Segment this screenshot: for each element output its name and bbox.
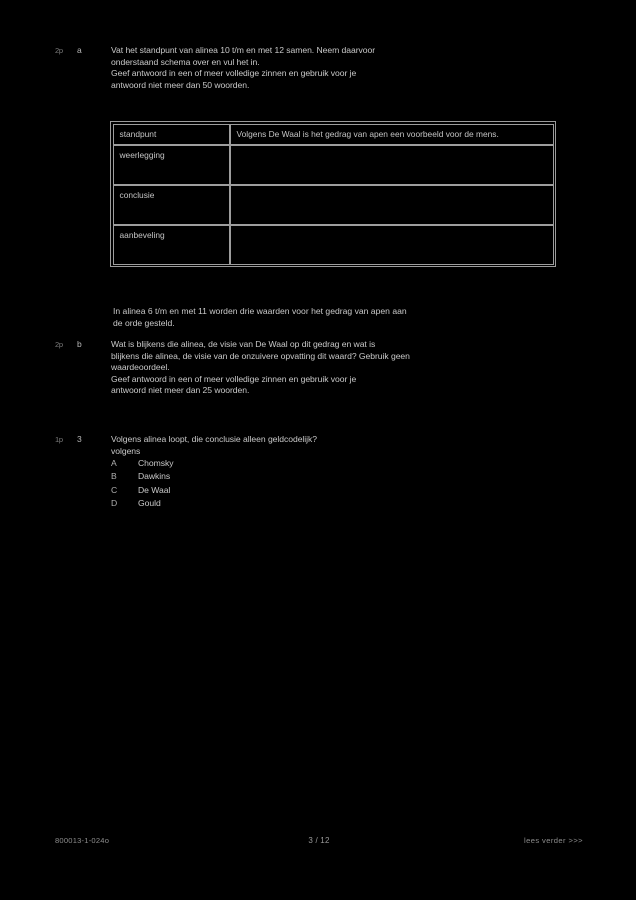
question-2a-line-3: Geef antwoord in een of meer volledige z… (111, 68, 357, 79)
table-row: weerlegging (112, 144, 554, 185)
question-2b-line-5: antwoord niet meer dan 25 woorden. (111, 385, 250, 396)
question-2b-line-4: Geef antwoord in een of meer volledige z… (111, 373, 357, 384)
question-2b-line-2: blijkens die alinea, de visie van de onz… (111, 350, 410, 361)
table-row-value[interactable] (229, 184, 554, 225)
mc-option-d[interactable]: D Gould (111, 497, 580, 510)
question-2b-block: 2p b Wat is blijkens die alinea, de visi… (55, 339, 580, 397)
question-2b-letter: b (77, 339, 82, 349)
footer-continue-note: lees verder >>> (524, 836, 583, 845)
table-row-value[interactable] (229, 144, 554, 185)
question-3-letter: 3 (77, 434, 82, 444)
question-2a-line-2: onderstaand schema over en vul het in. (111, 56, 260, 67)
table-row: standpunt Volgens De Waal is het gedrag … (112, 123, 554, 145)
mc-option-label: Chomsky (138, 458, 174, 469)
table-row-value[interactable]: Volgens De Waal is het gedrag van apen e… (229, 123, 554, 145)
page-footer: 800013-1-024o 3 / 12 lees verder >>> (55, 836, 583, 845)
question-2a-line-1: Vat het standpunt van alinea 10 t/m en m… (111, 45, 376, 55)
table-row: aanbeveling (112, 224, 554, 265)
mc-option-key: D (111, 497, 118, 508)
table-row: conclusie (112, 184, 554, 225)
question-2b-line-1: Wat is blijkens die alinea, de visie van… (111, 339, 376, 349)
question-3-block: 1p 3 Volgens alinea loopt, die conclusie… (55, 434, 580, 510)
question-2b-text: Wat is blijkens die alinea, de visie van… (111, 339, 580, 397)
question-2a-text: Vat het standpunt van alinea 10 t/m en m… (111, 45, 575, 91)
question-3-text: Volgens alinea loopt, die conclusie alle… (111, 434, 580, 510)
footer-page-number: 3 / 12 (308, 836, 330, 845)
question-3-score: 1p (55, 435, 63, 444)
interstitial-paragraph: In alinea 6 t/m en met 11 worden drie wa… (113, 306, 583, 329)
answer-schema-table: standpunt Volgens De Waal is het gedrag … (110, 121, 556, 268)
multiple-choice-list: A Chomsky B Dawkins C De Waal D Gould (111, 457, 580, 510)
table-row-label: aanbeveling (112, 224, 230, 265)
table-row-label: conclusie (112, 184, 230, 225)
table-row-label: weerlegging (112, 144, 230, 185)
mc-option-a[interactable]: A Chomsky (111, 457, 580, 470)
answer-table: standpunt Volgens De Waal is het gedrag … (112, 123, 554, 265)
mc-option-key: B (111, 471, 117, 482)
question-2a-block: 2p a Vat het standpunt van alinea 10 t/m… (55, 45, 575, 91)
interstitial-line-2: de orde gesteld. (113, 317, 175, 328)
mc-option-c[interactable]: C De Waal (111, 484, 580, 497)
question-2b-line-3: waardeoordeel. (111, 362, 170, 373)
question-2a-line-4: antwoord niet meer dan 50 woorden. (111, 79, 250, 90)
mc-option-key: C (111, 484, 118, 495)
exam-page: 2p a Vat het standpunt van alinea 10 t/m… (0, 0, 636, 900)
footer-exam-code: 800013-1-024o (55, 836, 110, 845)
question-2b-score: 2p (55, 340, 63, 349)
mc-option-label: Gould (138, 497, 161, 508)
question-3-line-1: Volgens alinea loopt, die conclusie alle… (111, 434, 317, 444)
question-2a-score: 2p (55, 46, 63, 55)
mc-option-key: A (111, 458, 117, 469)
question-2a-letter: a (77, 45, 82, 55)
table-row-label: standpunt (112, 123, 230, 145)
mc-option-label: Dawkins (138, 471, 171, 482)
question-3-line-2: volgens (111, 445, 141, 456)
mc-option-b[interactable]: B Dawkins (111, 470, 580, 483)
mc-option-label: De Waal (138, 484, 171, 495)
interstitial-line-1: In alinea 6 t/m en met 11 worden drie wa… (113, 306, 407, 316)
table-row-value[interactable] (229, 224, 554, 265)
